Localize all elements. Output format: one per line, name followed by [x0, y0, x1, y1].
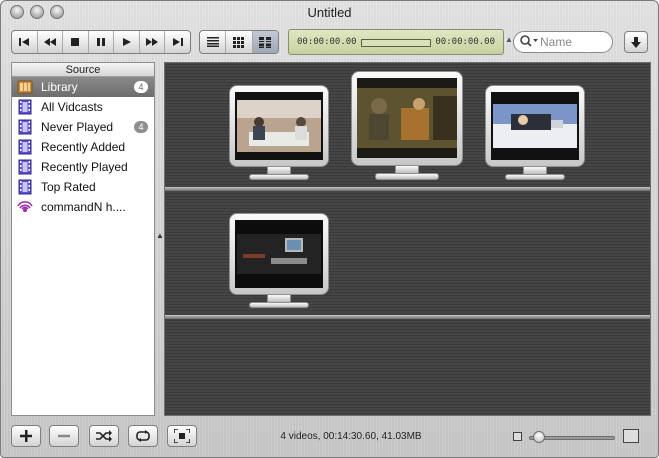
- sidebar-item[interactable]: Top Rated: [12, 177, 154, 197]
- repeat-icon: [136, 430, 150, 442]
- add-button[interactable]: [11, 425, 41, 447]
- video-shelf-area: [164, 62, 651, 416]
- time-remaining: 00:00:00.00: [435, 37, 495, 47]
- skip-forward-button[interactable]: [165, 31, 190, 53]
- zoom-slider-thumb[interactable]: [533, 431, 546, 443]
- video-thumbnail: [235, 220, 323, 288]
- video-thumbnail: [491, 92, 579, 160]
- film-icon: [17, 179, 33, 195]
- shelf-row-3: [165, 320, 650, 415]
- time-display: 00:00:00.00 00:00:00.00: [288, 29, 504, 55]
- count-badge: 4: [134, 81, 148, 93]
- title-bar[interactable]: Untitled: [1, 1, 658, 25]
- skip-back-button[interactable]: [12, 31, 38, 53]
- monitor-base: [505, 174, 565, 180]
- skip-back-icon: [19, 38, 30, 46]
- transport-controls: [11, 30, 191, 54]
- splitter-handle-icon[interactable]: ▲: [156, 231, 164, 240]
- video-item[interactable]: [351, 71, 463, 187]
- sidebar-item-label: Recently Added: [41, 140, 126, 154]
- fast-forward-icon: [146, 38, 159, 46]
- small-grid-view-icon: [233, 36, 245, 48]
- sidebar-item[interactable]: Recently Played: [12, 157, 154, 177]
- podcast-icon: [17, 199, 33, 215]
- monitor-base: [375, 173, 439, 180]
- sidebar-item[interactable]: Never Played 4: [12, 117, 154, 137]
- list-view-button[interactable]: [200, 31, 227, 53]
- film-icon: [17, 159, 33, 175]
- sidebar-item[interactable]: All Vidcasts: [12, 97, 154, 117]
- sidebar-item[interactable]: commandN h....: [12, 197, 154, 217]
- video-item[interactable]: [485, 85, 585, 185]
- sidebar-item-label: All Vidcasts: [41, 100, 103, 114]
- source-list: Source Library 4 All Vidcasts Never Played 4…: [11, 62, 155, 416]
- video-item[interactable]: [229, 213, 329, 313]
- rewind-button[interactable]: [38, 31, 64, 53]
- sidebar-item-label: Never Played: [41, 120, 114, 134]
- zoom-in-icon[interactable]: [623, 429, 639, 443]
- video-item[interactable]: [229, 85, 329, 185]
- search-icon[interactable]: [519, 34, 539, 48]
- search-input[interactable]: [540, 34, 608, 49]
- source-list-header: Source: [12, 63, 154, 77]
- stop-button[interactable]: [63, 31, 89, 53]
- plus-icon: [20, 430, 32, 442]
- small-grid-view-button[interactable]: [226, 31, 253, 53]
- sidebar-item[interactable]: Library 4: [12, 77, 154, 97]
- film-icon: [17, 99, 33, 115]
- download-button[interactable]: [624, 31, 648, 53]
- sidebar-item-label: Library: [41, 80, 78, 94]
- minus-icon: [58, 434, 70, 438]
- film-icon: [17, 139, 33, 155]
- search-field: [513, 31, 613, 53]
- repeat-button[interactable]: [128, 425, 158, 447]
- monitor-base: [249, 302, 309, 308]
- skip-forward-icon: [172, 38, 183, 46]
- sidebar-item[interactable]: Recently Added: [12, 137, 154, 157]
- sidebar-item-label: Top Rated: [41, 180, 96, 194]
- fast-forward-button[interactable]: [140, 31, 166, 53]
- time-elapsed: 00:00:00.00: [297, 37, 357, 47]
- sidebar-item-label: Recently Played: [41, 160, 128, 174]
- fullscreen-icon: [174, 429, 190, 443]
- zoom-out-icon[interactable]: [513, 432, 522, 441]
- chevron-up-icon: ▲: [505, 35, 513, 44]
- main-window: Untitled 00:00:00.00 00:00:00.00 ▲ Name …: [0, 0, 659, 458]
- sidebar-item-label: commandN h....: [41, 200, 126, 214]
- large-grid-view-icon: [259, 36, 272, 48]
- shuffle-icon: [96, 430, 112, 442]
- remove-button[interactable]: [49, 425, 79, 447]
- list-view-icon: [206, 37, 219, 47]
- shuffle-button[interactable]: [89, 425, 119, 447]
- count-badge: 4: [134, 121, 148, 133]
- film-icon: [17, 119, 33, 135]
- video-thumbnail: [357, 78, 457, 158]
- play-button[interactable]: [114, 31, 140, 53]
- pause-button[interactable]: [89, 31, 115, 53]
- down-arrow-icon: [631, 36, 641, 48]
- window-title: Untitled: [307, 5, 352, 20]
- monitor-base: [249, 174, 309, 180]
- library-icon: [17, 79, 33, 95]
- fullscreen-button[interactable]: [167, 425, 197, 447]
- view-mode-control: [199, 30, 279, 54]
- pause-icon: [97, 38, 106, 46]
- shelf-divider: [165, 315, 650, 319]
- video-thumbnail: [235, 92, 323, 160]
- play-icon: [122, 38, 131, 46]
- rewind-icon: [43, 38, 56, 46]
- stop-icon: [71, 38, 80, 46]
- large-grid-view-button[interactable]: [252, 31, 278, 53]
- playback-progress-bar[interactable]: [361, 39, 431, 47]
- status-text: 4 videos, 00:14:30.60, 41.03MB: [280, 431, 422, 442]
